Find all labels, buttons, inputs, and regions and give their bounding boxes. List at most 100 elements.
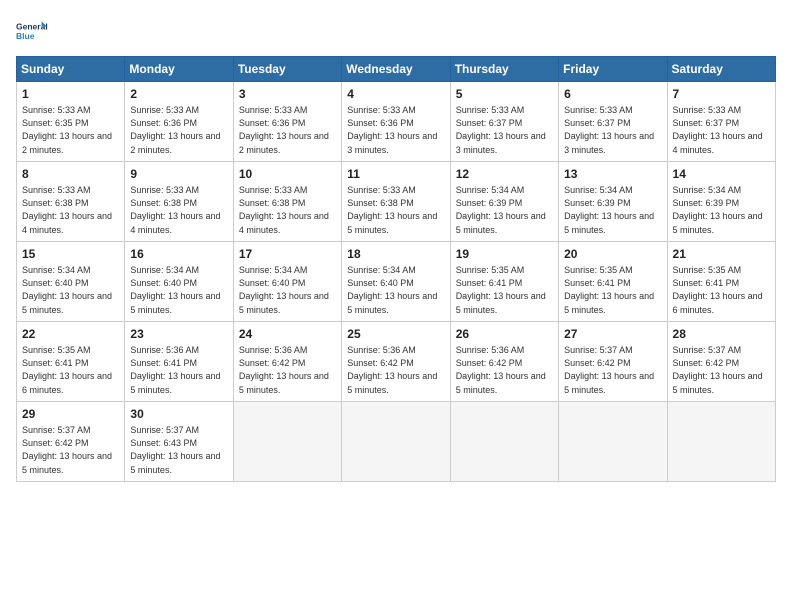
day-info: Sunrise: 5:35 AMSunset: 6:41 PMDaylight:… (456, 265, 546, 315)
calendar-week-row: 22Sunrise: 5:35 AMSunset: 6:41 PMDayligh… (17, 321, 776, 401)
day-info: Sunrise: 5:34 AMSunset: 6:40 PMDaylight:… (347, 265, 437, 315)
day-info: Sunrise: 5:33 AMSunset: 6:36 PMDaylight:… (130, 105, 220, 155)
day-info: Sunrise: 5:33 AMSunset: 6:38 PMDaylight:… (347, 185, 437, 235)
day-number: 4 (347, 86, 444, 103)
day-info: Sunrise: 5:36 AMSunset: 6:41 PMDaylight:… (130, 345, 220, 395)
table-row: 25 Sunrise: 5:36 AMSunset: 6:42 PMDayligh… (342, 321, 450, 401)
day-number: 3 (239, 86, 336, 103)
table-row: 13Sunrise: 5:34 AMSunset: 6:39 PMDayligh… (559, 161, 667, 241)
day-number: 25 (347, 326, 444, 343)
weekday-header-row: Sunday Monday Tuesday Wednesday Thursday… (17, 57, 776, 82)
day-number: 26 (456, 326, 553, 343)
table-row: 1Sunrise: 5:33 AMSunset: 6:35 PMDaylight… (17, 82, 125, 162)
header-wednesday: Wednesday (342, 57, 450, 82)
day-info: Sunrise: 5:34 AMSunset: 6:39 PMDaylight:… (673, 185, 763, 235)
table-row: 5 Sunrise: 5:33 AMSunset: 6:37 PMDaylight… (450, 82, 558, 162)
day-info: Sunrise: 5:37 AMSunset: 6:42 PMDaylight:… (22, 425, 112, 475)
table-row: 18 Sunrise: 5:34 AMSunset: 6:40 PMDayligh… (342, 241, 450, 321)
day-info: Sunrise: 5:37 AMSunset: 6:42 PMDaylight:… (564, 345, 654, 395)
table-row: 24 Sunrise: 5:36 AMSunset: 6:42 PMDayligh… (233, 321, 341, 401)
table-row: 22Sunrise: 5:35 AMSunset: 6:41 PMDayligh… (17, 321, 125, 401)
header-saturday: Saturday (667, 57, 775, 82)
day-number: 28 (673, 326, 770, 343)
day-info: Sunrise: 5:35 AMSunset: 6:41 PMDaylight:… (673, 265, 763, 315)
day-number: 27 (564, 326, 661, 343)
day-number: 10 (239, 166, 336, 183)
day-info: Sunrise: 5:34 AMSunset: 6:40 PMDaylight:… (130, 265, 220, 315)
day-info: Sunrise: 5:33 AMSunset: 6:38 PMDaylight:… (130, 185, 220, 235)
table-row (559, 401, 667, 481)
day-info: Sunrise: 5:34 AMSunset: 6:40 PMDaylight:… (239, 265, 329, 315)
table-row: 23 Sunrise: 5:36 AMSunset: 6:41 PMDayligh… (125, 321, 233, 401)
table-row: 21 Sunrise: 5:35 AMSunset: 6:41 PMDayligh… (667, 241, 775, 321)
day-info: Sunrise: 5:37 AMSunset: 6:43 PMDaylight:… (130, 425, 220, 475)
calendar-week-row: 1Sunrise: 5:33 AMSunset: 6:35 PMDaylight… (17, 82, 776, 162)
calendar-week-row: 15Sunrise: 5:34 AMSunset: 6:40 PMDayligh… (17, 241, 776, 321)
table-row: 8 Sunrise: 5:33 AMSunset: 6:38 PMDaylight… (17, 161, 125, 241)
day-number: 7 (673, 86, 770, 103)
header-monday: Monday (125, 57, 233, 82)
day-info: Sunrise: 5:36 AMSunset: 6:42 PMDaylight:… (456, 345, 546, 395)
table-row: 17Sunrise: 5:34 AMSunset: 6:40 PMDayligh… (233, 241, 341, 321)
day-info: Sunrise: 5:33 AMSunset: 6:38 PMDaylight:… (22, 185, 112, 235)
day-number: 24 (239, 326, 336, 343)
day-number: 14 (673, 166, 770, 183)
day-number: 19 (456, 246, 553, 263)
calendar-week-row: 8 Sunrise: 5:33 AMSunset: 6:38 PMDaylight… (17, 161, 776, 241)
table-row (342, 401, 450, 481)
table-row: 27 Sunrise: 5:37 AMSunset: 6:42 PMDayligh… (559, 321, 667, 401)
calendar-week-row: 29 Sunrise: 5:37 AMSunset: 6:42 PMDayligh… (17, 401, 776, 481)
table-row: 10Sunrise: 5:33 AMSunset: 6:38 PMDayligh… (233, 161, 341, 241)
table-row: 26 Sunrise: 5:36 AMSunset: 6:42 PMDayligh… (450, 321, 558, 401)
table-row: 29 Sunrise: 5:37 AMSunset: 6:42 PMDayligh… (17, 401, 125, 481)
header-sunday: Sunday (17, 57, 125, 82)
table-row: 3 Sunrise: 5:33 AMSunset: 6:36 PMDaylight… (233, 82, 341, 162)
table-row: 12Sunrise: 5:34 AMSunset: 6:39 PMDayligh… (450, 161, 558, 241)
day-number: 18 (347, 246, 444, 263)
header-friday: Friday (559, 57, 667, 82)
day-info: Sunrise: 5:35 AMSunset: 6:41 PMDaylight:… (564, 265, 654, 315)
day-number: 16 (130, 246, 227, 263)
logo-svg: General Blue (16, 16, 48, 48)
table-row: 30Sunrise: 5:37 AMSunset: 6:43 PMDayligh… (125, 401, 233, 481)
page-header: General Blue (16, 16, 776, 48)
table-row (667, 401, 775, 481)
table-row: 16 Sunrise: 5:34 AMSunset: 6:40 PMDayligh… (125, 241, 233, 321)
table-row: 7 Sunrise: 5:33 AMSunset: 6:37 PMDaylight… (667, 82, 775, 162)
table-row: 4 Sunrise: 5:33 AMSunset: 6:36 PMDaylight… (342, 82, 450, 162)
day-number: 11 (347, 166, 444, 183)
day-number: 29 (22, 406, 119, 423)
table-row: 6Sunrise: 5:33 AMSunset: 6:37 PMDaylight… (559, 82, 667, 162)
day-info: Sunrise: 5:36 AMSunset: 6:42 PMDaylight:… (347, 345, 437, 395)
table-row: 15Sunrise: 5:34 AMSunset: 6:40 PMDayligh… (17, 241, 125, 321)
day-number: 1 (22, 86, 119, 103)
day-info: Sunrise: 5:33 AMSunset: 6:36 PMDaylight:… (239, 105, 329, 155)
day-number: 21 (673, 246, 770, 263)
header-tuesday: Tuesday (233, 57, 341, 82)
day-number: 2 (130, 86, 227, 103)
calendar-table: Sunday Monday Tuesday Wednesday Thursday… (16, 56, 776, 482)
day-number: 23 (130, 326, 227, 343)
day-number: 13 (564, 166, 661, 183)
logo: General Blue (16, 16, 48, 48)
day-number: 5 (456, 86, 553, 103)
table-row: 11 Sunrise: 5:33 AMSunset: 6:38 PMDayligh… (342, 161, 450, 241)
table-row: 20 Sunrise: 5:35 AMSunset: 6:41 PMDayligh… (559, 241, 667, 321)
header-thursday: Thursday (450, 57, 558, 82)
day-number: 9 (130, 166, 227, 183)
day-info: Sunrise: 5:37 AMSunset: 6:42 PMDaylight:… (673, 345, 763, 395)
day-info: Sunrise: 5:34 AMSunset: 6:40 PMDaylight:… (22, 265, 112, 315)
table-row: 19 Sunrise: 5:35 AMSunset: 6:41 PMDayligh… (450, 241, 558, 321)
day-info: Sunrise: 5:33 AMSunset: 6:37 PMDaylight:… (673, 105, 763, 155)
table-row: 2 Sunrise: 5:33 AMSunset: 6:36 PMDaylight… (125, 82, 233, 162)
table-row (450, 401, 558, 481)
day-number: 12 (456, 166, 553, 183)
table-row (233, 401, 341, 481)
day-info: Sunrise: 5:33 AMSunset: 6:36 PMDaylight:… (347, 105, 437, 155)
logo-container: General Blue (16, 16, 48, 48)
day-info: Sunrise: 5:36 AMSunset: 6:42 PMDaylight:… (239, 345, 329, 395)
day-number: 8 (22, 166, 119, 183)
day-number: 20 (564, 246, 661, 263)
day-info: Sunrise: 5:33 AMSunset: 6:37 PMDaylight:… (456, 105, 546, 155)
table-row: 28 Sunrise: 5:37 AMSunset: 6:42 PMDayligh… (667, 321, 775, 401)
